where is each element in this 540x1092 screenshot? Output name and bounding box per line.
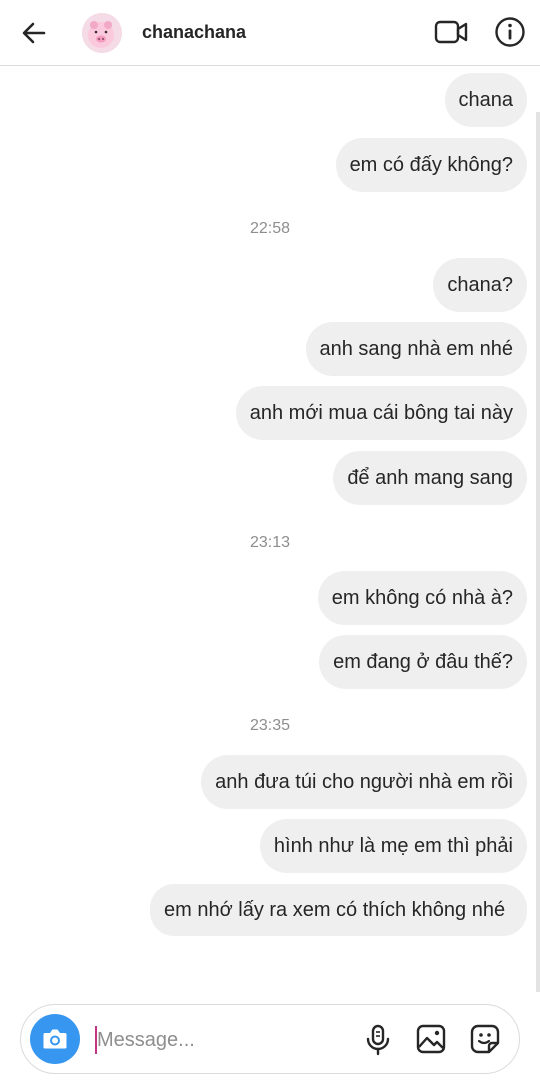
image-icon — [416, 1024, 446, 1054]
timestamp: 23:13 — [249, 534, 291, 551]
message-bubble[interactable]: em đang ở đâu thế? — [319, 635, 527, 689]
message-bubble[interactable]: em nhớ lấy ra xem có thích không nhé — [150, 884, 527, 936]
back-button[interactable] — [18, 17, 50, 49]
message-bubble[interactable]: để anh mang sang — [333, 451, 527, 505]
message-bubble[interactable]: em không có nhà à? — [317, 571, 527, 625]
message-bubble[interactable]: chana — [444, 73, 527, 127]
microphone-icon — [366, 1024, 390, 1056]
voice-message-button[interactable] — [363, 1023, 393, 1057]
chat-header: chanachana — [0, 0, 540, 66]
info-icon — [495, 17, 525, 47]
sticker-button[interactable] — [469, 1023, 501, 1055]
video-call-button[interactable] — [433, 16, 469, 48]
scrollbar[interactable] — [536, 112, 540, 992]
message-bubble[interactable]: hình như là mẹ em thì phải — [259, 819, 527, 873]
timestamp: 22:58 — [249, 220, 291, 237]
username[interactable]: chanachana — [142, 22, 246, 43]
sticker-icon — [470, 1024, 500, 1054]
gallery-button[interactable] — [415, 1023, 447, 1055]
avatar-image — [82, 13, 122, 53]
avatar[interactable] — [82, 13, 122, 53]
message-bubble[interactable]: anh sang nhà em nhé — [305, 322, 527, 376]
timestamp: 23:35 — [249, 717, 291, 734]
message-bubble[interactable]: anh đưa túi cho người nhà em rồi — [201, 755, 527, 809]
camera-button[interactable] — [30, 1014, 80, 1064]
camera-icon — [43, 1029, 67, 1049]
arrow-left-icon — [22, 22, 46, 44]
message-input[interactable] — [97, 1022, 357, 1058]
message-composer — [20, 1004, 520, 1074]
message-bubble[interactable]: anh mới mua cái bông tai này — [235, 386, 527, 440]
info-button[interactable] — [493, 15, 527, 49]
video-camera-icon — [434, 20, 468, 44]
message-bubble[interactable]: chana? — [433, 258, 527, 312]
message-bubble[interactable]: em có đấy không? — [335, 138, 527, 192]
